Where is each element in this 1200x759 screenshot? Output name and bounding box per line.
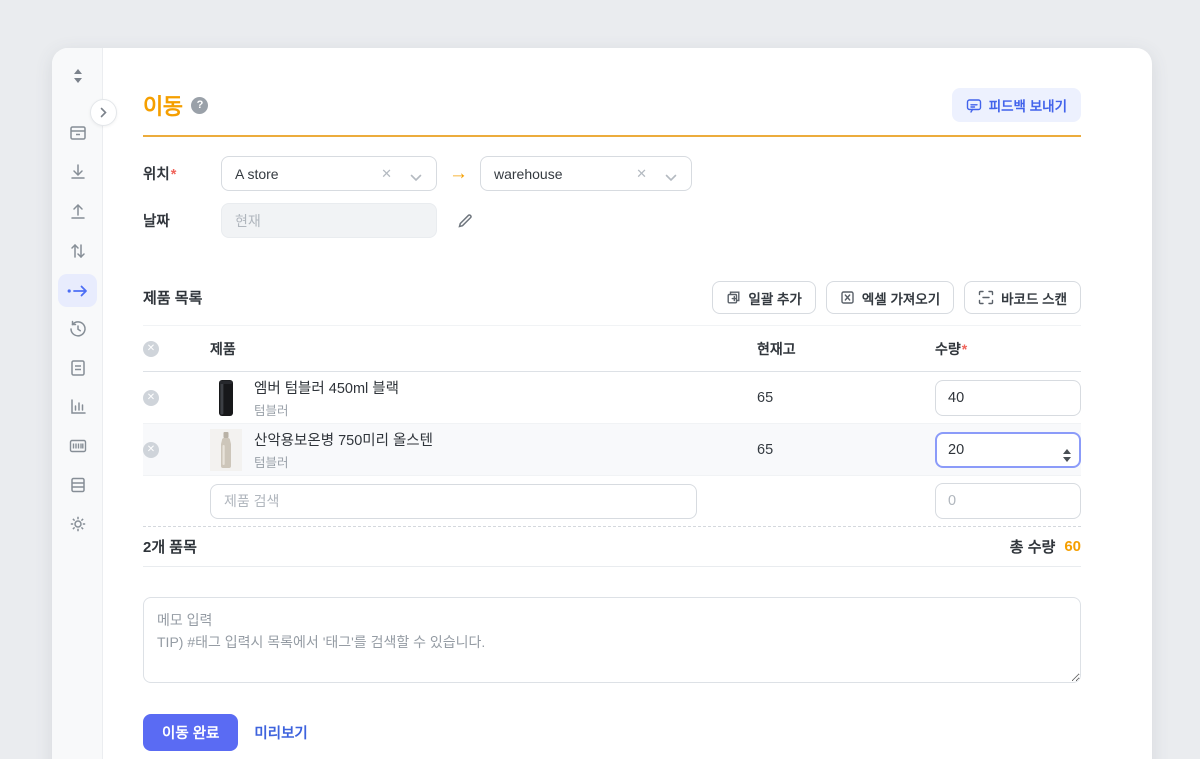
product-search-input[interactable] bbox=[210, 484, 697, 519]
chevron-down-icon[interactable] bbox=[665, 169, 677, 187]
product-list-header: 제품 목록 일괄 추가 엑셀 가져오기 바코드 스캔 bbox=[143, 281, 1081, 314]
remove-row-icon[interactable]: ✕ bbox=[143, 442, 159, 458]
barcode-scan-button[interactable]: 바코드 스캔 bbox=[964, 281, 1081, 314]
feedback-button-label: 피드백 보내기 bbox=[989, 95, 1067, 115]
transfer-arrow-icon: → bbox=[449, 163, 468, 185]
section-title: 제품 목록 bbox=[143, 287, 202, 308]
remove-all-icon[interactable]: ✕ bbox=[143, 341, 159, 357]
number-stepper[interactable] bbox=[1063, 449, 1071, 462]
duplicate-add-icon bbox=[726, 290, 741, 305]
product-image-steel-bottle bbox=[210, 429, 242, 471]
required-mark: * bbox=[962, 341, 967, 357]
quantity-column-header: 수량* bbox=[935, 339, 1081, 359]
edit-pencil-icon[interactable] bbox=[457, 213, 473, 229]
bulk-add-label: 일괄 추가 bbox=[748, 288, 801, 308]
main-content: 이동 ? 피드백 보내기 위치* A store ✕ → bbox=[103, 48, 1152, 751]
product-cell: 엠버 텀블러 450ml 블랙 텀블러 bbox=[254, 377, 757, 419]
page-header: 이동 ? 피드백 보내기 bbox=[143, 88, 1081, 122]
action-bar: 이동 완료 미리보기 bbox=[143, 714, 1081, 751]
product-column-header: 제품 bbox=[210, 339, 757, 359]
to-location-select[interactable]: warehouse ✕ bbox=[480, 156, 692, 191]
item-count: 2개 품목 bbox=[143, 536, 197, 557]
quantity-input-focused[interactable] bbox=[935, 432, 1081, 468]
total-quantity-value: 60 bbox=[1064, 538, 1081, 555]
product-category: 텀블러 bbox=[254, 400, 757, 419]
memo-document-icon[interactable] bbox=[66, 356, 90, 380]
sidebar bbox=[52, 48, 103, 759]
date-label: 날짜 bbox=[143, 210, 221, 231]
scan-frame-icon bbox=[978, 290, 994, 305]
settings-gear-icon[interactable] bbox=[66, 512, 90, 536]
excel-import-label: 엑셀 가져오기 bbox=[862, 288, 940, 308]
help-icon[interactable]: ? bbox=[191, 97, 208, 114]
from-location-value: A store bbox=[235, 166, 279, 182]
excel-icon bbox=[840, 290, 855, 305]
product-name: 산악용보온병 750미리 올스텐 bbox=[254, 429, 757, 450]
table-header-row: ✕ 제품 현재고 수량* bbox=[143, 325, 1081, 372]
history-icon[interactable] bbox=[66, 317, 90, 341]
move-arrow-icon bbox=[67, 284, 89, 298]
date-input[interactable] bbox=[221, 203, 437, 238]
receive-download-icon[interactable] bbox=[66, 160, 90, 184]
chat-bubble-icon bbox=[966, 98, 982, 113]
quantity-input[interactable] bbox=[935, 380, 1081, 416]
date-row: 날짜 bbox=[143, 203, 1081, 238]
quantity-input-empty[interactable] bbox=[935, 483, 1081, 519]
product-category: 텀블러 bbox=[254, 452, 757, 471]
submit-move-button[interactable]: 이동 완료 bbox=[143, 714, 238, 751]
stock-column-header: 현재고 bbox=[757, 339, 857, 359]
from-location-select[interactable]: A store ✕ bbox=[221, 156, 437, 191]
table-row: ✕ 엠버 텀블러 450ml 블랙 텀블러 65 bbox=[143, 372, 1081, 424]
accent-divider bbox=[143, 135, 1081, 137]
to-location-value: warehouse bbox=[494, 166, 563, 182]
location-row: 위치* A store ✕ → warehouse ✕ bbox=[143, 156, 1081, 191]
stock-value: 65 bbox=[757, 390, 857, 406]
storage-box-icon[interactable] bbox=[66, 121, 90, 145]
barcode-icon[interactable] bbox=[66, 434, 90, 458]
product-image-black-tumbler bbox=[210, 377, 242, 419]
chevron-down-icon[interactable] bbox=[410, 169, 422, 187]
sort-vertical-icon[interactable] bbox=[66, 64, 90, 88]
adjust-transfer-icon[interactable] bbox=[66, 239, 90, 263]
data-table-icon[interactable] bbox=[66, 473, 90, 497]
clear-icon[interactable]: ✕ bbox=[636, 166, 647, 182]
remove-row-icon[interactable]: ✕ bbox=[143, 390, 159, 406]
required-mark: * bbox=[171, 167, 177, 183]
location-label: 위치* bbox=[143, 163, 221, 184]
sidebar-item-move-active[interactable] bbox=[58, 274, 97, 307]
product-name: 엠버 텀블러 450ml 블랙 bbox=[254, 377, 757, 398]
preview-button[interactable]: 미리보기 bbox=[254, 722, 307, 743]
summary-bar: 2개 품목 총 수량 60 bbox=[143, 526, 1081, 567]
chevron-right-icon bbox=[100, 107, 108, 118]
stock-value: 65 bbox=[757, 442, 857, 458]
total-quantity-label: 총 수량 bbox=[1010, 536, 1056, 557]
feedback-button[interactable]: 피드백 보내기 bbox=[952, 88, 1081, 122]
bulk-add-button[interactable]: 일괄 추가 bbox=[712, 281, 815, 314]
memo-textarea[interactable] bbox=[143, 597, 1081, 683]
page-title: 이동 bbox=[143, 89, 182, 121]
ship-upload-icon[interactable] bbox=[66, 200, 90, 224]
product-cell: 산악용보온병 750미리 올스텐 텀블러 bbox=[254, 429, 757, 471]
sidebar-expand-button[interactable] bbox=[90, 99, 117, 126]
analytics-chart-icon[interactable] bbox=[66, 395, 90, 419]
product-table: ✕ 제품 현재고 수량* ✕ 엠버 텀블러 450ml 블랙 텀블러 65 bbox=[143, 325, 1081, 526]
desktop-background: 이동 ? 피드백 보내기 위치* A store ✕ → bbox=[0, 0, 1200, 759]
table-row: ✕ 산악용보온병 750미리 올스텐 텀블러 65 bbox=[143, 424, 1081, 476]
app-window: 이동 ? 피드백 보내기 위치* A store ✕ → bbox=[52, 48, 1152, 759]
clear-icon[interactable]: ✕ bbox=[381, 166, 392, 182]
excel-import-button[interactable]: 엑셀 가져오기 bbox=[826, 281, 954, 314]
barcode-scan-label: 바코드 스캔 bbox=[1001, 288, 1067, 308]
search-row bbox=[143, 476, 1081, 526]
